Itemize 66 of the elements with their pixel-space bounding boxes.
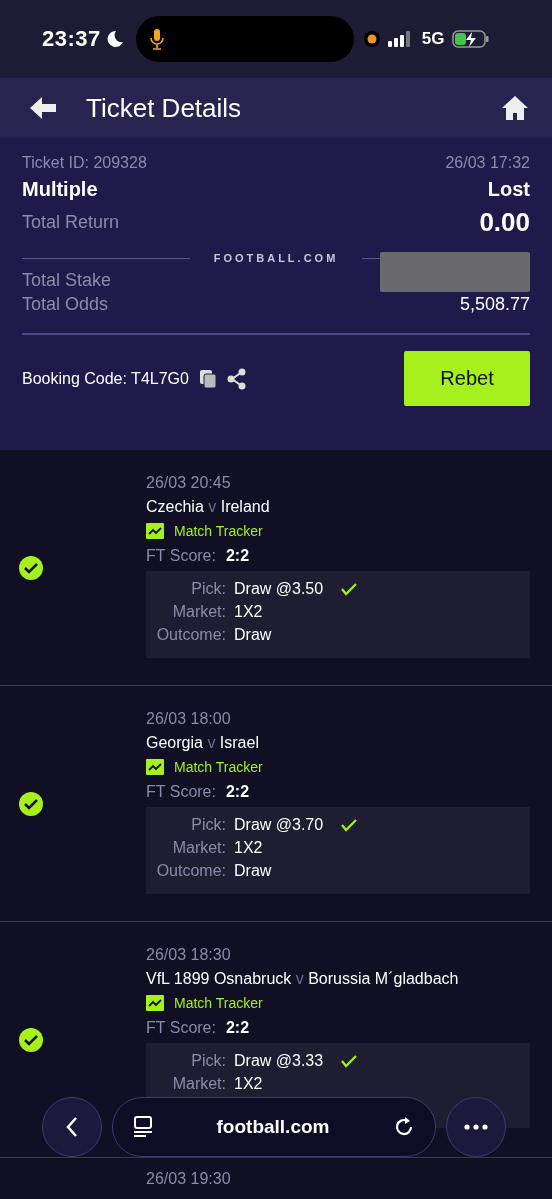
back-arrow-icon [30, 96, 56, 120]
pick-label: Pick: [190, 579, 226, 599]
stake-label: Total Stake [22, 269, 112, 291]
microphone-icon [149, 28, 164, 50]
home-icon [502, 96, 528, 120]
outcome-value: Draw [234, 625, 273, 645]
tabs-icon [133, 1116, 153, 1138]
moon-icon [105, 30, 124, 48]
pick-value: Draw @3.70 [234, 815, 324, 835]
more-icon [464, 1124, 488, 1130]
clock-time: 23:37 [42, 26, 101, 52]
chart-icon [146, 523, 164, 539]
brand-logo: FOOTBALL.COM [213, 252, 339, 264]
market-label: Market: [171, 602, 226, 622]
match-tracker-link[interactable]: Match Tracker [146, 995, 530, 1011]
score-value: 2:2 [225, 547, 250, 564]
share-icon[interactable] [226, 367, 247, 390]
match-tracker-link[interactable]: Match Tracker [146, 759, 530, 775]
rebet-button[interactable]: Rebet [404, 351, 530, 406]
match-date: 26/03 18:00 [146, 710, 232, 728]
page-title: Ticket Details [86, 92, 243, 124]
bet-result: Lost [487, 178, 530, 201]
market-value: 1X2 [234, 1074, 264, 1094]
match-tracker-link[interactable]: Match Tracker [146, 523, 530, 539]
score-value: 2:2 [225, 1019, 250, 1036]
outcome-label: Outcome: [155, 625, 226, 645]
outcome-label: Outcome: [155, 861, 226, 881]
address-bar[interactable]: football.com [112, 1097, 436, 1157]
battery-charging-icon [452, 30, 491, 48]
market-value: 1X2 [234, 838, 264, 858]
ticket-date: 26/03 17:32 [445, 154, 530, 172]
recording-dot-icon [363, 31, 380, 47]
pick-value: Draw @3.33 [234, 1051, 324, 1071]
match-teams: Czechia v Ireland [146, 498, 271, 516]
score-label: FT Score: [146, 783, 216, 800]
back-button[interactable] [30, 96, 56, 120]
market-label: Market: [171, 1074, 226, 1094]
market-label: Market: [171, 838, 226, 858]
score-value: 2:2 [225, 783, 250, 800]
market-value: 1X2 [234, 602, 264, 622]
odds-value: 5,508.77 [459, 294, 530, 315]
bet-type: Multiple [22, 178, 98, 201]
copy-icon[interactable] [198, 368, 217, 389]
match-date: 26/03 20:45 [146, 474, 232, 492]
ticket-id: Ticket ID: 209328 [22, 154, 147, 172]
match-teams: VfL 1899 Osnabruck v Borussia M´gladbach [146, 970, 460, 988]
home-button[interactable] [502, 96, 528, 120]
chart-icon [146, 995, 164, 1011]
match-date: 26/03 18:30 [146, 946, 232, 964]
match-date: 26/03 19:30 [146, 1170, 232, 1188]
outcome-value: Draw [234, 861, 273, 881]
chart-icon [146, 759, 164, 775]
chevron-left-icon [65, 1116, 79, 1138]
match-teams: Georgia v Israel [146, 734, 260, 752]
booking-code: Booking Code: T4L7G0 [22, 369, 189, 388]
odds-label: Total Odds [22, 294, 109, 315]
network-label: 5G [421, 29, 445, 49]
pick-value: Draw @3.50 [234, 579, 324, 599]
url-text: football.com [216, 1116, 330, 1138]
score-label: FT Score: [146, 547, 216, 564]
pick-label: Pick: [190, 1051, 226, 1071]
return-label: Total Return [22, 212, 120, 233]
score-label: FT Score: [146, 1019, 216, 1036]
pick-label: Pick: [190, 815, 226, 835]
return-value: 0.00 [479, 207, 530, 238]
reload-icon[interactable] [393, 1116, 415, 1138]
